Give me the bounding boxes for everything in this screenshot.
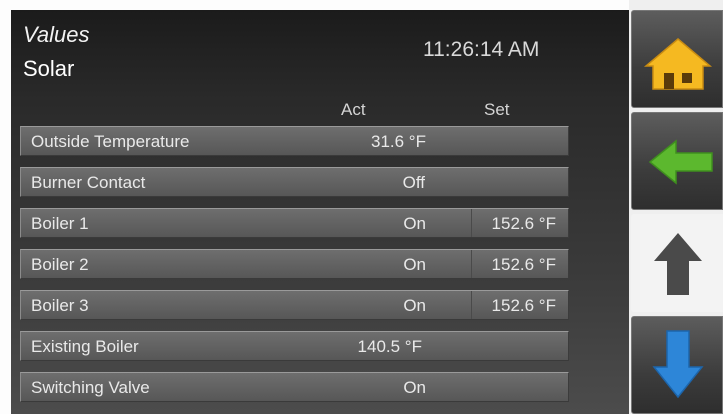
row-act-value: On bbox=[403, 378, 426, 397]
set-divider bbox=[471, 209, 472, 237]
value-row-boiler-2[interactable]: Boiler 2 On 152.6 °F bbox=[20, 249, 569, 279]
row-label: Switching Valve bbox=[31, 378, 150, 397]
row-label: Existing Boiler bbox=[31, 337, 139, 356]
row-label: Boiler 3 bbox=[31, 296, 89, 315]
home-button[interactable] bbox=[631, 10, 723, 108]
row-label: Boiler 1 bbox=[31, 214, 89, 233]
row-set-value: 152.6 °F bbox=[491, 296, 556, 315]
column-header-set: Set bbox=[484, 100, 510, 119]
value-row-burner-contact[interactable]: Burner Contact Off bbox=[20, 167, 569, 197]
row-label: Boiler 2 bbox=[31, 255, 89, 274]
row-label: Burner Contact bbox=[31, 173, 146, 192]
row-act-value: On bbox=[403, 296, 426, 315]
arrow-down-icon bbox=[652, 330, 704, 399]
value-row-switching-valve[interactable]: Switching Valve On bbox=[20, 372, 569, 402]
value-row-boiler-1[interactable]: Boiler 1 On 152.6 °F bbox=[20, 208, 569, 238]
arrow-up-icon bbox=[654, 233, 702, 295]
page-subtitle: Solar bbox=[23, 56, 75, 81]
values-panel: Values Solar 11:26:14 AM Act Set Outside… bbox=[11, 10, 629, 414]
value-row-existing-boiler[interactable]: Existing Boiler 140.5 °F bbox=[20, 331, 569, 361]
scroll-down-button[interactable] bbox=[631, 316, 723, 414]
column-header-act: Act bbox=[341, 100, 366, 119]
back-button[interactable] bbox=[631, 112, 723, 210]
arrow-left-icon bbox=[648, 139, 713, 185]
set-divider bbox=[471, 291, 472, 319]
row-act-value: 140.5 °F bbox=[357, 337, 422, 356]
row-act-value: On bbox=[403, 214, 426, 233]
row-set-value: 152.6 °F bbox=[491, 255, 556, 274]
row-act-value: On bbox=[403, 255, 426, 274]
home-icon bbox=[643, 38, 713, 90]
navigation-sidebar bbox=[629, 0, 723, 414]
value-row-outside-temperature[interactable]: Outside Temperature 31.6 °F bbox=[20, 126, 569, 156]
value-row-boiler-3[interactable]: Boiler 3 On 152.6 °F bbox=[20, 290, 569, 320]
set-divider bbox=[471, 250, 472, 278]
screen: Values Solar 11:26:14 AM Act Set Outside… bbox=[0, 0, 723, 414]
row-label: Outside Temperature bbox=[31, 132, 190, 151]
clock: 11:26:14 AM bbox=[423, 38, 540, 61]
row-act-value: 31.6 °F bbox=[371, 132, 426, 151]
page-title: Values bbox=[23, 22, 90, 47]
scroll-up-button[interactable] bbox=[631, 214, 723, 312]
row-set-value: 152.6 °F bbox=[491, 214, 556, 233]
row-act-value: Off bbox=[402, 173, 425, 192]
